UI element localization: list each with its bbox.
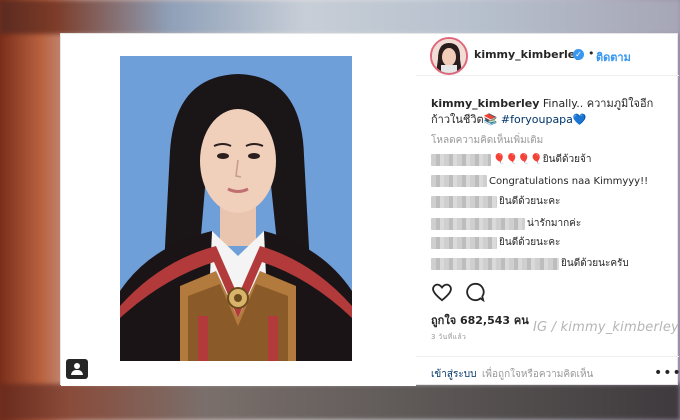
- login-prompt-text: เพื่อถูกใจหรือความคิดเห็น: [482, 369, 594, 380]
- post-media-area: [61, 34, 416, 386]
- comment-text: ยินดีด้วยนะครับ: [561, 258, 629, 269]
- caption-heart: 💙: [572, 113, 587, 126]
- caption-emoji: 📚: [483, 113, 498, 126]
- post-header: kimmy_kimberley ✓ • ติดตาม: [416, 34, 679, 76]
- comment-item: 🎈🎈🎈🎈ยินดีด้วยจ้า: [431, 152, 591, 166]
- header-username[interactable]: kimmy_kimberley: [474, 48, 582, 61]
- comment-text: ยินดีด้วยนะคะ: [499, 237, 561, 248]
- instagram-post-card: kimmy_kimberley ✓ • ติดตาม kimmy_kimberl…: [60, 33, 680, 386]
- blurred-commenter-name: [431, 217, 525, 230]
- comment-item: Congratulations naa Kimmyyy!!: [431, 175, 648, 189]
- comment-item: น่ารักมากค่ะ: [431, 216, 581, 230]
- blurred-commenter-name: [431, 257, 559, 270]
- post-timestamp: 3 วันที่แล้ว: [431, 333, 467, 341]
- blurred-commenter-name: [431, 195, 497, 208]
- comment-text: Congratulations naa Kimmyyy!!: [489, 175, 649, 187]
- load-more-comments-link[interactable]: โหลดความคิดเห็นเพิ่มเติม: [431, 133, 543, 148]
- graduation-portrait-photo[interactable]: [120, 56, 352, 361]
- blurred-commenter-name: [431, 153, 491, 166]
- post-footer: เข้าสู่ระบบ เพื่อถูกใจหรือความคิดเห็น ••…: [416, 356, 680, 386]
- more-options-icon[interactable]: •••: [654, 365, 680, 381]
- comment-text: ยินดีด้วยนะคะ: [499, 196, 561, 207]
- follow-button[interactable]: ติดตาม: [596, 48, 631, 66]
- comment-item: ยินดีด้วยนะครับ: [431, 256, 629, 270]
- caption-hashtag[interactable]: #foryoupapa: [497, 113, 573, 126]
- comment-text: 🎈🎈🎈🎈ยินดีด้วยจ้า: [493, 154, 592, 165]
- comment-icon[interactable]: [465, 282, 485, 302]
- avatar[interactable]: [430, 37, 468, 75]
- caption-username[interactable]: kimmy_kimberley: [431, 97, 539, 110]
- post-caption: kimmy_kimberley Finally.. ความภูมิใจอีกก…: [431, 96, 671, 128]
- verified-badge-icon: ✓: [573, 49, 584, 60]
- blurred-commenter-name: [431, 175, 487, 187]
- comment-item: ยินดีด้วยนะคะ: [431, 235, 560, 249]
- comment-item: ยินดีด้วยนะคะ: [431, 194, 560, 208]
- comment-text: น่ารักมากค่ะ: [527, 218, 582, 229]
- login-link[interactable]: เข้าสู่ระบบ: [431, 367, 476, 382]
- user-tag-icon[interactable]: [66, 359, 88, 379]
- post-sidebar: kimmy_kimberley ✓ • ติดตาม kimmy_kimberl…: [416, 34, 680, 386]
- header-separator: •: [588, 47, 595, 60]
- video-background-top: [0, 0, 680, 34]
- blurred-commenter-name: [431, 236, 497, 249]
- video-background-bottom: [0, 384, 680, 420]
- heart-icon[interactable]: [431, 282, 453, 302]
- avatar-image: [432, 39, 466, 73]
- portrait-illustration: [120, 56, 352, 361]
- watermark-text: IG / kimmy_kimberley: [533, 320, 679, 335]
- likes-count[interactable]: ถูกใจ 682,543 คน: [431, 311, 529, 329]
